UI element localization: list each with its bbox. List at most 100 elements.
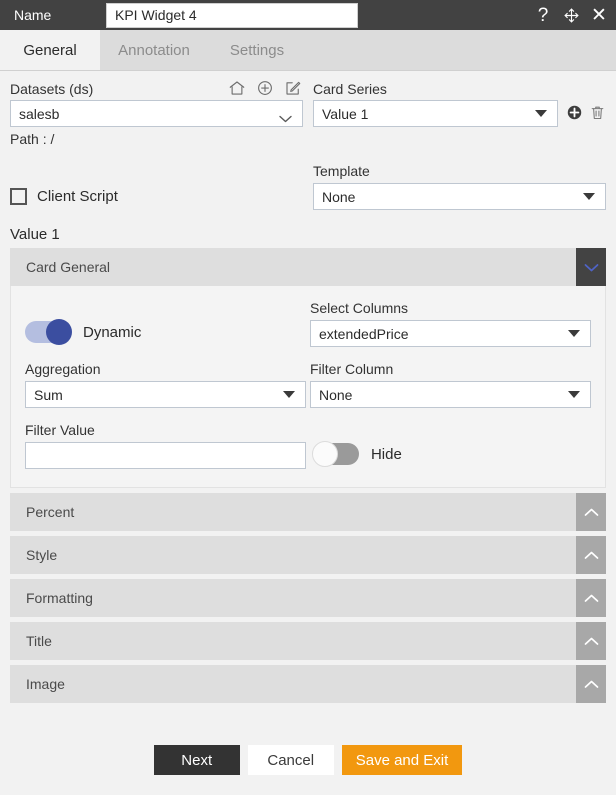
client-script-label: Client Script: [37, 188, 118, 205]
formatting-expand-button[interactable]: [576, 579, 606, 617]
caret-down-icon: [568, 391, 580, 398]
chevron-down-icon: [279, 110, 292, 122]
add-circle-icon[interactable]: [256, 79, 274, 100]
hide-toggle-control[interactable]: Hide: [311, 441, 402, 467]
name-label: Name: [14, 7, 52, 23]
image-header[interactable]: Image: [10, 665, 606, 703]
help-icon[interactable]: ?: [534, 6, 552, 25]
template-select[interactable]: None: [313, 183, 606, 210]
card-series-label: Card Series: [313, 81, 387, 97]
select-columns-label: Select Columns: [310, 300, 409, 316]
edit-icon[interactable]: [284, 79, 302, 100]
filter-value-column: Filter Value: [25, 422, 313, 469]
move-icon[interactable]: [562, 6, 580, 24]
style-expand-button[interactable]: [576, 536, 606, 574]
template-select-value: None: [322, 188, 356, 205]
filter-column-select[interactable]: None: [310, 381, 591, 408]
close-icon[interactable]: ✕: [590, 6, 608, 25]
dynamic-columns-row: Dynamic Select Columns extendedPrice: [25, 300, 591, 347]
path-value: /: [50, 131, 55, 147]
general-tab-content: Datasets (ds) salesb Path: / Card Serie…: [0, 71, 616, 703]
hide-toggle[interactable]: [311, 441, 359, 467]
client-script-control[interactable]: Client Script: [10, 188, 118, 205]
card-general-title: Card General: [26, 259, 111, 275]
title-title: Title: [26, 633, 52, 649]
hide-label: Hide: [370, 445, 402, 463]
select-columns-value: extendedPrice: [319, 325, 409, 342]
card-series-icon-group: [566, 104, 606, 124]
client-script-column: Client Script: [10, 163, 303, 210]
dynamic-label: Dynamic: [83, 323, 142, 341]
title-header[interactable]: Title: [10, 622, 606, 660]
aggregation-column: Aggregation Sum: [25, 361, 310, 408]
script-template-row: Client Script Template None: [10, 163, 606, 210]
datasets-label: Datasets (ds): [10, 81, 94, 97]
caret-down-icon: [535, 110, 547, 117]
widget-name-input[interactable]: KPI Widget 4: [106, 2, 358, 28]
datasets-column: Datasets (ds) salesb Path: /: [10, 71, 303, 147]
filter-value-label: Filter Value: [25, 422, 95, 438]
card-series-select-value: Value 1: [322, 105, 369, 122]
accordion-image: Image: [10, 665, 606, 703]
home-icon[interactable]: [228, 79, 246, 100]
add-series-icon[interactable]: [566, 104, 583, 124]
dynamic-toggle[interactable]: [25, 319, 72, 345]
datasets-header: Datasets (ds): [10, 78, 303, 100]
filter-column-column: Filter Column None: [310, 361, 591, 408]
card-general-collapse-button[interactable]: [576, 248, 606, 286]
title-expand-button[interactable]: [576, 622, 606, 660]
datasets-icon-group: [228, 79, 302, 100]
card-general-header[interactable]: Card General: [10, 248, 606, 286]
filter-column-label: Filter Column: [310, 361, 394, 377]
percent-title: Percent: [26, 504, 75, 520]
aggregation-filter-row: Aggregation Sum Filter Column None: [25, 361, 591, 408]
caret-down-icon: [583, 193, 595, 200]
save-and-exit-button[interactable]: Save and Exit: [341, 745, 463, 775]
image-title: Image: [26, 676, 65, 692]
card-series-select[interactable]: Value 1: [313, 100, 558, 127]
accordion-percent: Percent: [10, 493, 606, 531]
card-series-column: Card Series Value 1: [313, 71, 606, 147]
caret-down-icon: [568, 330, 580, 337]
formatting-header[interactable]: Formatting: [10, 579, 606, 617]
filter-value-input[interactable]: [25, 442, 306, 469]
client-script-checkbox[interactable]: [10, 188, 27, 205]
percent-expand-button[interactable]: [576, 493, 606, 531]
formatting-title: Formatting: [26, 590, 93, 606]
accordion-formatting: Formatting: [10, 579, 606, 617]
dynamic-toggle-control[interactable]: Dynamic: [25, 319, 142, 345]
dataset-path: Path : /: [10, 131, 303, 147]
tab-settings[interactable]: Settings: [208, 30, 306, 70]
select-columns-column: Select Columns extendedPrice: [310, 300, 591, 347]
caret-down-icon: [283, 391, 295, 398]
footer-button-bar: Next Cancel Save and Exit: [0, 745, 616, 775]
select-columns-select[interactable]: extendedPrice: [310, 320, 591, 347]
datasets-select[interactable]: salesb: [10, 100, 303, 127]
tab-general[interactable]: General: [0, 30, 100, 70]
path-label: Path :: [10, 131, 47, 147]
next-button[interactable]: Next: [153, 745, 240, 775]
hide-column: Hide: [311, 441, 591, 469]
style-header[interactable]: Style: [10, 536, 606, 574]
datasets-select-value: salesb: [19, 105, 60, 122]
cancel-button[interactable]: Cancel: [247, 745, 334, 775]
tab-bar: General Annotation Settings: [0, 30, 616, 71]
aggregation-value: Sum: [34, 386, 63, 403]
value-section-heading: Value 1: [10, 226, 60, 243]
dynamic-column: Dynamic: [25, 319, 310, 347]
style-title: Style: [26, 547, 58, 563]
delete-series-icon[interactable]: [589, 104, 606, 124]
accordion-style: Style: [10, 536, 606, 574]
aggregation-select[interactable]: Sum: [25, 381, 306, 408]
filter-value-hide-row: Filter Value Hide: [25, 422, 591, 469]
window-titlebar: Name KPI Widget 4 ? ✕: [0, 0, 616, 30]
template-label: Template: [313, 163, 370, 179]
filter-column-value: None: [319, 386, 353, 403]
percent-header[interactable]: Percent: [10, 493, 606, 531]
accordion-title: Title: [10, 622, 606, 660]
tab-annotation[interactable]: Annotation: [100, 30, 208, 70]
image-expand-button[interactable]: [576, 665, 606, 703]
template-column: Template None: [313, 163, 606, 210]
accordion-card-general: Card General Dynamic Select Columns exte…: [10, 248, 606, 488]
datasets-series-row: Datasets (ds) salesb Path: / Card Serie…: [10, 71, 606, 147]
